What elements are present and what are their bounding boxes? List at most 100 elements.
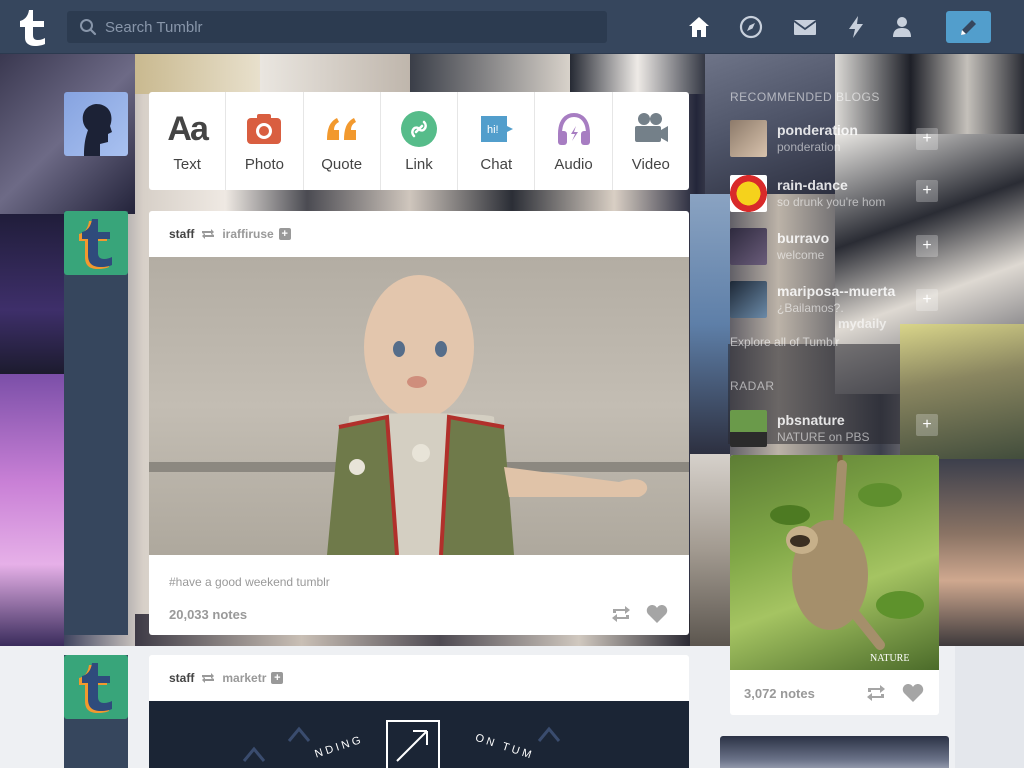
tumblr-t-icon bbox=[79, 219, 112, 269]
post-type-chat[interactable]: hi! Chat bbox=[458, 92, 536, 190]
blog-avatar[interactable] bbox=[730, 281, 767, 318]
reblogged-from[interactable]: iraffiruse bbox=[222, 227, 273, 241]
notes-count[interactable]: 3,072 notes bbox=[744, 686, 815, 701]
blog-name[interactable]: pbsnature bbox=[777, 412, 845, 428]
follow-plus-icon[interactable]: + bbox=[271, 672, 284, 684]
search-icon bbox=[80, 19, 97, 36]
post-type-label: Video bbox=[631, 156, 670, 173]
post-banner-image[interactable]: NDING ON TUM bbox=[149, 701, 689, 768]
link-icon bbox=[400, 111, 437, 147]
sidebar-background bbox=[955, 646, 1024, 768]
radar-footer: 3,072 notes bbox=[730, 670, 939, 715]
post-footer: 20,033 notes bbox=[149, 589, 689, 635]
follow-button[interactable]: + bbox=[916, 128, 938, 150]
recommended-blog[interactable]: burravo welcome bbox=[730, 228, 916, 266]
reblog-icon[interactable] bbox=[610, 604, 632, 624]
blog-description: so drunk you're hom bbox=[777, 195, 886, 209]
radar-post: NATURE 3,072 notes bbox=[730, 455, 939, 715]
sloth-image bbox=[770, 455, 924, 650]
quote-icon bbox=[326, 118, 356, 140]
post-photo[interactable] bbox=[149, 257, 689, 555]
post-type-label: Chat bbox=[480, 156, 513, 173]
banner-arrows-graphic bbox=[242, 720, 561, 768]
follow-plus-icon[interactable]: + bbox=[278, 228, 291, 240]
post-type-label: Quote bbox=[321, 156, 363, 173]
radar-title: RADAR bbox=[730, 379, 775, 393]
post-type-label: Link bbox=[405, 156, 433, 173]
post-author[interactable]: staff bbox=[169, 227, 194, 241]
follow-button[interactable]: + bbox=[916, 289, 938, 311]
camera-icon bbox=[247, 114, 282, 144]
chat-icon: hi! bbox=[481, 116, 514, 142]
post-type-label: Photo bbox=[244, 156, 285, 173]
messages-icon[interactable] bbox=[792, 14, 818, 40]
radar-photo[interactable]: NATURE bbox=[730, 455, 939, 670]
recommended-blog[interactable]: mariposa--muerta ¿Bailamos?. bbox=[730, 281, 916, 319]
blog-avatar[interactable] bbox=[730, 410, 767, 447]
blog-avatar[interactable] bbox=[730, 175, 767, 212]
post-card-2: staff marketr + NDING ON TUM bbox=[149, 655, 689, 768]
reblog-icon bbox=[202, 673, 215, 683]
blog-description: ponderation bbox=[777, 140, 841, 154]
blog-name[interactable]: mariposa--muerta bbox=[777, 283, 895, 299]
blog-avatar[interactable] bbox=[730, 228, 767, 265]
blog-name[interactable]: burravo bbox=[777, 230, 829, 246]
staff-avatar-2[interactable] bbox=[64, 655, 128, 719]
tumblr-t-icon bbox=[79, 663, 112, 713]
post-type-quote[interactable]: Quote bbox=[304, 92, 381, 190]
staff-avatar[interactable] bbox=[64, 211, 128, 275]
recommended-blogs-title: RECOMMENDED BLOGS bbox=[730, 90, 880, 104]
post-tags[interactable]: #have a good weekend tumblr bbox=[149, 555, 689, 589]
blog-description: welcome bbox=[777, 248, 825, 262]
post-type-text[interactable]: Aa Text bbox=[149, 92, 227, 190]
post-type-audio[interactable]: Audio bbox=[535, 92, 613, 190]
dashboard: Aa Text Photo Quote Link bbox=[0, 0, 1024, 768]
recommended-blog[interactable]: rain-dance so drunk you're hom bbox=[730, 175, 916, 213]
home-icon[interactable] bbox=[686, 14, 712, 40]
follow-button[interactable]: + bbox=[916, 180, 938, 202]
top-bar bbox=[0, 0, 1024, 54]
post-header: staff iraffiruse + bbox=[149, 211, 689, 257]
sidebar-thumbnail[interactable] bbox=[720, 736, 949, 768]
blog-description: NATURE on PBS bbox=[777, 430, 870, 444]
pencil-icon bbox=[961, 20, 976, 35]
doll-image bbox=[149, 275, 689, 555]
post-type-label: Text bbox=[173, 156, 201, 173]
reblog-icon[interactable] bbox=[865, 683, 887, 703]
post-card: staff iraffiruse + #have a good weekend … bbox=[149, 211, 689, 635]
reblogged-from[interactable]: marketr bbox=[222, 671, 266, 685]
post-header: staff marketr + bbox=[149, 655, 689, 701]
explore-icon[interactable] bbox=[738, 14, 764, 40]
activity-icon[interactable] bbox=[843, 14, 869, 40]
search-box[interactable] bbox=[67, 11, 607, 43]
like-heart-icon[interactable] bbox=[902, 683, 924, 703]
blog-name[interactable]: ponderation bbox=[777, 122, 858, 138]
post-author[interactable]: staff bbox=[169, 671, 194, 685]
video-camera-icon bbox=[634, 113, 668, 142]
notes-count[interactable]: 20,033 notes bbox=[169, 607, 247, 622]
post-type-label: Audio bbox=[554, 156, 593, 173]
explore-link[interactable]: Explore all of Tumblr bbox=[730, 335, 839, 349]
search-input[interactable] bbox=[105, 11, 595, 43]
collage-caption: mydaily bbox=[838, 316, 887, 331]
recommended-blog[interactable]: ponderation ponderation bbox=[730, 120, 916, 158]
tumblr-logo-icon[interactable] bbox=[16, 7, 50, 47]
radar-blog[interactable]: pbsnature NATURE on PBS bbox=[730, 410, 916, 448]
blog-name[interactable]: rain-dance bbox=[777, 177, 848, 193]
account-icon[interactable] bbox=[889, 14, 915, 40]
compose-button[interactable] bbox=[946, 11, 991, 43]
follow-button[interactable]: + bbox=[916, 414, 938, 436]
user-silhouette-icon bbox=[82, 104, 112, 156]
post-type-link[interactable]: Link bbox=[381, 92, 459, 190]
blog-avatar[interactable] bbox=[730, 120, 767, 157]
follow-button[interactable]: + bbox=[916, 235, 938, 257]
nature-watermark: NATURE bbox=[870, 653, 910, 664]
post-type-photo[interactable]: Photo bbox=[226, 92, 304, 190]
svg-text:hi!: hi! bbox=[487, 124, 499, 136]
post-type-video[interactable]: Video bbox=[613, 92, 689, 190]
blog-description: ¿Bailamos?. bbox=[777, 301, 844, 315]
reblog-icon bbox=[202, 229, 215, 239]
user-avatar[interactable] bbox=[64, 92, 128, 156]
like-heart-icon[interactable] bbox=[646, 604, 668, 624]
headphones-icon bbox=[557, 112, 590, 145]
